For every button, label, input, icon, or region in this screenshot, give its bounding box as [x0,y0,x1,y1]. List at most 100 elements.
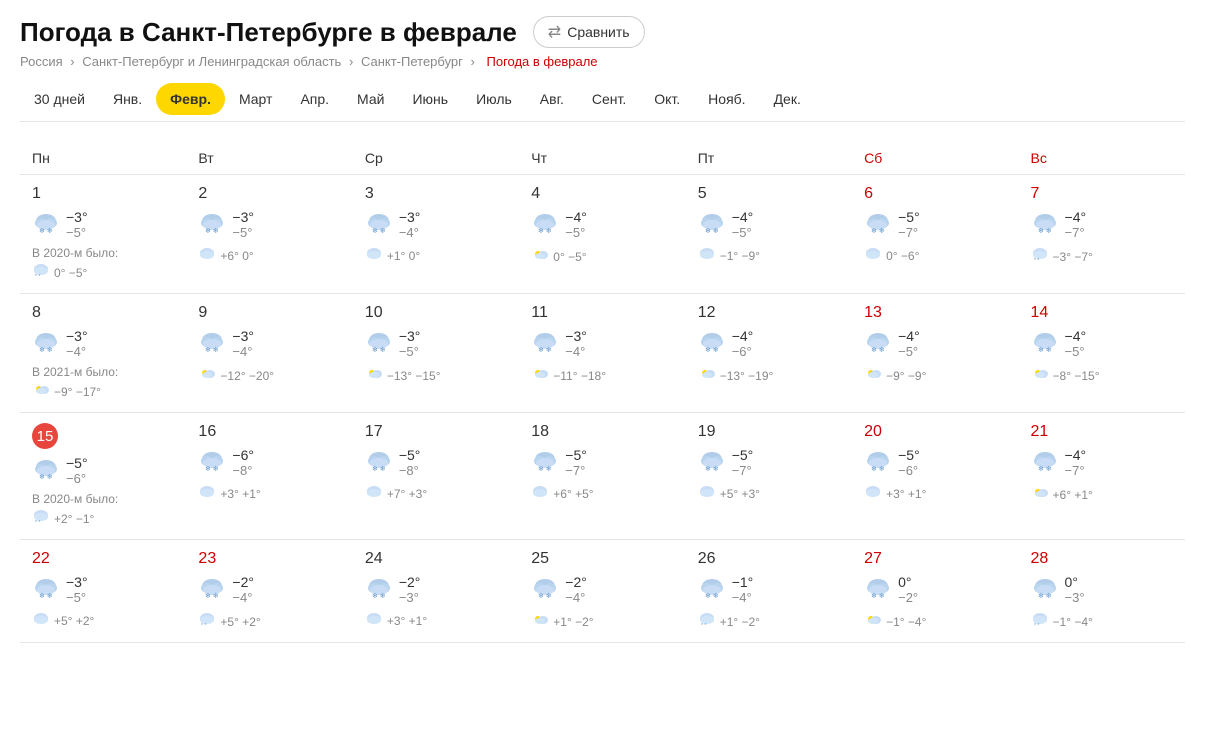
calendar-day-21[interactable]: 21 ❄ ❄ −4°−7° +6° +1° [1019,413,1185,540]
calendar-day-3[interactable]: 3 ❄ ❄ −3°−4° +1° 0° [353,175,519,294]
hist-icon-6 [864,246,882,265]
month-tab-авг.[interactable]: Авг. [526,83,578,115]
month-tab-янв.[interactable]: Янв. [99,83,156,115]
temp-lo-9: −4° [232,344,254,359]
calendar-day-5[interactable]: 5 ❄ ❄ −4°−5° −1° −9° [686,175,852,294]
calendar-day-8[interactable]: 8 ❄ ❄ −3°−4°В 2021-м было: −9° −17° [20,294,186,413]
breadcrumb-spb[interactable]: Санкт-Петербург [361,54,463,69]
weekday-header-сб: Сб [852,142,1018,175]
svg-text:❄ ❄: ❄ ❄ [372,592,386,598]
svg-text:❄ ❄: ❄ ❄ [39,473,53,479]
breadcrumb-spb-region[interactable]: Санкт-Петербург и Ленинградская область [82,54,341,69]
calendar-day-9[interactable]: 9 ❄ ❄ −3°−4° −12° −20° [186,294,352,413]
svg-text:❄ ❄: ❄ ❄ [39,346,53,352]
day-weather-26: ❄ ❄ −1°−4° [698,574,840,605]
hist-icon-8 [32,381,50,402]
hist-icon-14 [1031,365,1049,386]
month-tab-дек.[interactable]: Дек. [760,83,815,115]
month-tab-окт.[interactable]: Окт. [640,83,694,115]
calendar-day-18[interactable]: 18 ❄ ❄ −5°−7° +6° +5° [519,413,685,540]
historical-1: В 2020-м было: * * 0° −5° [32,246,174,283]
svg-text:❄ ❄: ❄ ❄ [538,465,552,471]
weather-icon-23: ❄ ❄ [198,576,226,604]
svg-text:* *: * * [1034,623,1039,627]
day-weather-7: ❄ ❄ −4°−7° [1031,209,1173,240]
calendar-day-16[interactable]: 16 ❄ ❄ −6°−8° +3° +1° [186,413,352,540]
calendar-day-23[interactable]: 23 ❄ ❄ −2°−4° * * +5° +2° [186,540,352,643]
day-weather-5: ❄ ❄ −4°−5° [698,209,840,240]
month-tab-июль[interactable]: Июль [462,83,526,115]
hist-temps-24: +3° +1° [387,614,427,628]
svg-text:❄ ❄: ❄ ❄ [1038,465,1052,471]
historical-26: * * +1° −2° [698,611,840,632]
month-tab-март[interactable]: Март [225,83,287,115]
hist-icon-21 [1031,484,1049,505]
calendar-day-6[interactable]: 6 ❄ ❄ −5°−7° 0° −6° [852,175,1018,294]
hist-icon-10 [365,365,383,386]
hist-icon-9 [198,365,216,386]
compare-button[interactable]: ⇄ Сравнить [533,16,645,48]
svg-text:❄ ❄: ❄ ❄ [372,465,386,471]
temp-lo-7: −7° [1065,225,1087,240]
weather-icon-4: ❄ ❄ [531,211,559,239]
hist-icon-7: * * [1031,246,1049,267]
svg-text:❄ ❄: ❄ ❄ [205,465,219,471]
calendar-day-4[interactable]: 4 ❄ ❄ −4°−5° 0° −5° [519,175,685,294]
day-weather-28: ❄ ❄ 0°−3° [1031,574,1173,605]
day-weather-17: ❄ ❄ −5°−8° [365,447,507,478]
breadcrumb-russia[interactable]: Россия [20,54,63,69]
hist-icon-23: * * [198,611,216,632]
calendar-day-13[interactable]: 13 ❄ ❄ −4°−5° −9° −9° [852,294,1018,413]
calendar-day-27[interactable]: 27 ❄ ❄ 0°−2° −1° −4° [852,540,1018,643]
temp-hi-28: 0° [1065,574,1085,590]
month-tab-30 дней[interactable]: 30 дней [20,83,99,115]
month-tab-сент.[interactable]: Сент. [578,83,640,115]
hist-label-15: В 2020-м было: [32,492,174,506]
temp-lo-22: −5° [66,590,88,605]
day-weather-9: ❄ ❄ −3°−4° [198,328,340,359]
historical-16: +3° +1° [198,484,340,503]
month-tab-февр.[interactable]: Февр. [156,83,225,115]
calendar-day-15[interactable]: 15 ❄ ❄ −5°−6°В 2020-м было: * * +2° −1° [20,413,186,540]
breadcrumb-current: Погода в феврале [487,54,598,69]
svg-text:❄ ❄: ❄ ❄ [39,592,53,598]
calendar-day-26[interactable]: 26 ❄ ❄ −1°−4° * * +1° −2° [686,540,852,643]
calendar-day-20[interactable]: 20 ❄ ❄ −5°−6° +3° +1° [852,413,1018,540]
calendar-day-2[interactable]: 2 ❄ ❄ −3°−5° +6° 0° [186,175,352,294]
day-weather-8: ❄ ❄ −3°−4° [32,328,174,359]
calendar-day-11[interactable]: 11 ❄ ❄ −3°−4° −11° −18° [519,294,685,413]
calendar-day-1[interactable]: 1 ❄ ❄ −3°−5°В 2020-м было: * * 0° −5° [20,175,186,294]
month-tab-апр.[interactable]: Апр. [286,83,343,115]
day-weather-21: ❄ ❄ −4°−7° [1031,447,1173,478]
historical-3: +1° 0° [365,246,507,265]
calendar-day-12[interactable]: 12 ❄ ❄ −4°−6° −13° −19° [686,294,852,413]
calendar-day-7[interactable]: 7 ❄ ❄ −4°−7° * * −3° −7° [1019,175,1185,294]
svg-text:❄ ❄: ❄ ❄ [39,227,53,233]
calendar-day-24[interactable]: 24 ❄ ❄ −2°−3° +3° +1° [353,540,519,643]
calendar-day-25[interactable]: 25 ❄ ❄ −2°−4° +1° −2° [519,540,685,643]
historical-28: * * −1° −4° [1031,611,1173,632]
temp-lo-6: −7° [898,225,920,240]
svg-text:❄ ❄: ❄ ❄ [205,346,219,352]
svg-text:❄ ❄: ❄ ❄ [205,227,219,233]
month-tab-июнь[interactable]: Июнь [398,83,462,115]
weather-icon-12: ❄ ❄ [698,330,726,358]
temp-lo-21: −7° [1065,463,1087,478]
month-tab-нояб.[interactable]: Нояб. [694,83,759,115]
calendar-day-14[interactable]: 14 ❄ ❄ −4°−5° −8° −15° [1019,294,1185,413]
day-weather-2: ❄ ❄ −3°−5° [198,209,340,240]
day-weather-18: ❄ ❄ −5°−7° [531,447,673,478]
temp-lo-27: −2° [898,590,918,605]
calendar-day-10[interactable]: 10 ❄ ❄ −3°−5° −13° −15° [353,294,519,413]
hist-temps-18: +6° +5° [553,487,593,501]
calendar-day-22[interactable]: 22 ❄ ❄ −3°−5° +5° +2° [20,540,186,643]
historical-23: * * +5° +2° [198,611,340,632]
calendar-day-28[interactable]: 28 ❄ ❄ 0°−3° * * −1° −4° [1019,540,1185,643]
historical-11: −11° −18° [531,365,673,386]
calendar-day-19[interactable]: 19 ❄ ❄ −5°−7° +5° +3° [686,413,852,540]
calendar-day-17[interactable]: 17 ❄ ❄ −5°−8° +7° +3° [353,413,519,540]
month-tab-май[interactable]: Май [343,83,398,115]
temp-lo-28: −3° [1065,590,1085,605]
historical-25: +1° −2° [531,611,673,632]
hist-temps-1: 0° −5° [54,266,87,280]
